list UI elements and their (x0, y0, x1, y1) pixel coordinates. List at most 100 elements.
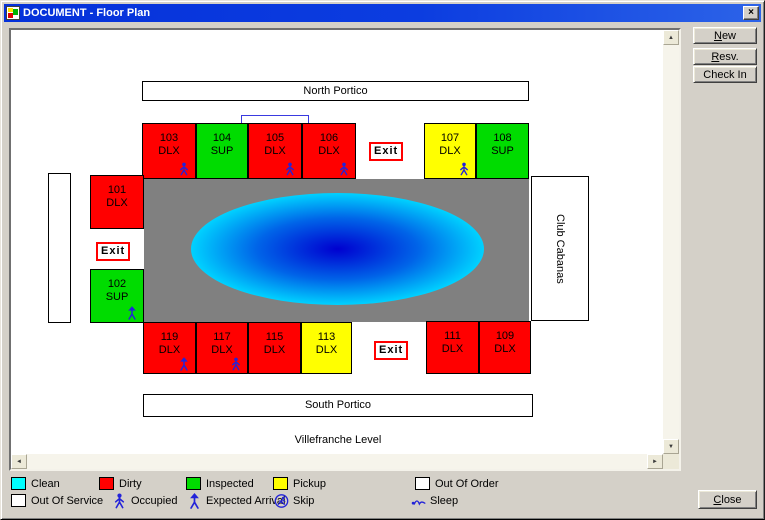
room-type: DLX (425, 145, 475, 158)
room[interactable]: 103 DLX (142, 123, 196, 179)
floor-plan-canvas: North Portico Club Cabanas South Portico… (9, 28, 681, 471)
room[interactable]: 109 DLX (479, 321, 531, 374)
exit-sign: Exit (96, 242, 130, 261)
legend-swatch (273, 477, 288, 490)
legend-label: Out Of Order (435, 478, 499, 490)
window-title: DOCUMENT - Floor Plan (23, 7, 150, 19)
legend-item: Occupied (112, 493, 177, 508)
room[interactable]: 105 DLX (248, 123, 302, 179)
resv-button[interactable]: Resv. (693, 48, 757, 65)
legend-swatch (11, 477, 26, 490)
room-type: SUP (477, 145, 528, 158)
room[interactable]: 106 DLX (302, 123, 356, 179)
room[interactable]: 119 DLX (143, 322, 196, 374)
legend-item: Clean (11, 476, 60, 491)
pool-water (191, 193, 484, 305)
room-type: DLX (249, 344, 300, 357)
scroll-down-icon: ▼ (668, 444, 674, 450)
legend-swatch (99, 477, 114, 490)
room-type: DLX (480, 343, 530, 356)
legend-swatch (415, 477, 430, 490)
pool-deck (144, 179, 529, 322)
legend-label: Skip (293, 495, 314, 507)
room-type: DLX (144, 344, 195, 357)
north-portico-label: North Portico (142, 81, 529, 101)
legend: Clean Dirty Inspected Pickup Out Of Orde… (5, 472, 683, 516)
room-number: 111 (427, 330, 478, 343)
room-type: DLX (91, 197, 143, 210)
room-type: DLX (249, 145, 301, 158)
room-type: DLX (302, 344, 351, 357)
legend-swatch (186, 477, 201, 490)
room[interactable]: 107 DLX (424, 123, 476, 179)
room-type: SUP (91, 291, 143, 304)
new-button[interactable]: New (693, 27, 757, 44)
room-number: 101 (91, 184, 143, 197)
legend-label: Occupied (131, 495, 177, 507)
window-close-button[interactable]: × (743, 6, 759, 20)
close-icon: × (748, 8, 754, 18)
room[interactable]: 115 DLX (248, 322, 301, 374)
room-number: 105 (249, 132, 301, 145)
room-number: 102 (91, 278, 143, 291)
legend-item: Out Of Order (415, 476, 499, 491)
room[interactable]: 104 SUP (196, 123, 248, 179)
scroll-right-icon: ► (652, 459, 658, 465)
room-number: 103 (143, 132, 195, 145)
room-type: DLX (303, 145, 355, 158)
legend-label: Pickup (293, 478, 326, 490)
app-icon (6, 6, 20, 20)
room-type: DLX (197, 344, 247, 357)
legend-label: Out Of Service (31, 495, 103, 507)
connecting-rooms-indicator (241, 115, 309, 116)
occupied-icon (284, 162, 296, 176)
room-number: 107 (425, 132, 475, 145)
room[interactable]: 102 SUP (90, 269, 144, 323)
west-structure (48, 173, 71, 323)
room-number: 113 (302, 331, 351, 344)
floor-plan-layer: North Portico Club Cabanas South Portico… (11, 30, 663, 454)
legend-label: Inspected (206, 478, 254, 490)
skip-icon (274, 493, 289, 509)
scroll-down-button[interactable]: ▼ (663, 439, 679, 454)
exit-sign: Exit (369, 142, 403, 161)
close-button[interactable]: Close (698, 490, 757, 509)
room-type: SUP (197, 145, 247, 158)
check-in-button[interactable]: Check In (693, 66, 757, 83)
scroll-left-icon: ◄ (16, 459, 22, 465)
legend-item: Out Of Service (11, 493, 103, 508)
legend-item: Dirty (99, 476, 142, 491)
arrival-icon (178, 357, 190, 371)
club-cabanas-label: Club Cabanas (531, 176, 589, 321)
app-window: DOCUMENT - Floor Plan × North Portico Cl… (0, 0, 765, 520)
scroll-left-button[interactable]: ◄ (11, 454, 27, 469)
scrollbar-corner (663, 454, 679, 469)
title-bar: DOCUMENT - Floor Plan × (4, 4, 761, 22)
sleep-icon (411, 493, 426, 509)
legend-label: Sleep (430, 495, 458, 507)
occupied-icon (178, 162, 190, 176)
legend-item: Sleep (411, 493, 458, 508)
room-number: 106 (303, 132, 355, 145)
arrival-icon (126, 306, 138, 320)
vertical-scrollbar[interactable]: ▲ ▼ (663, 30, 679, 454)
occupied-icon (112, 493, 127, 509)
room-number: 115 (249, 331, 300, 344)
room[interactable]: 113 DLX (301, 322, 352, 374)
room-number: 104 (197, 132, 247, 145)
room-number: 117 (197, 331, 247, 344)
legend-item: Skip (274, 493, 314, 508)
exit-sign: Exit (374, 341, 408, 360)
room-type: DLX (143, 145, 195, 158)
scroll-right-button[interactable]: ► (647, 454, 663, 469)
scroll-up-button[interactable]: ▲ (663, 30, 679, 45)
room[interactable]: 108 SUP (476, 123, 529, 179)
legend-item: Expected Arrival (187, 493, 285, 508)
occupied-icon (230, 357, 242, 371)
room[interactable]: 111 DLX (426, 321, 479, 374)
room[interactable]: 101 DLX (90, 175, 144, 229)
room-number: 108 (477, 132, 528, 145)
room[interactable]: 117 DLX (196, 322, 248, 374)
horizontal-scrollbar[interactable]: ◄ ► (11, 454, 663, 469)
legend-item: Inspected (186, 476, 254, 491)
